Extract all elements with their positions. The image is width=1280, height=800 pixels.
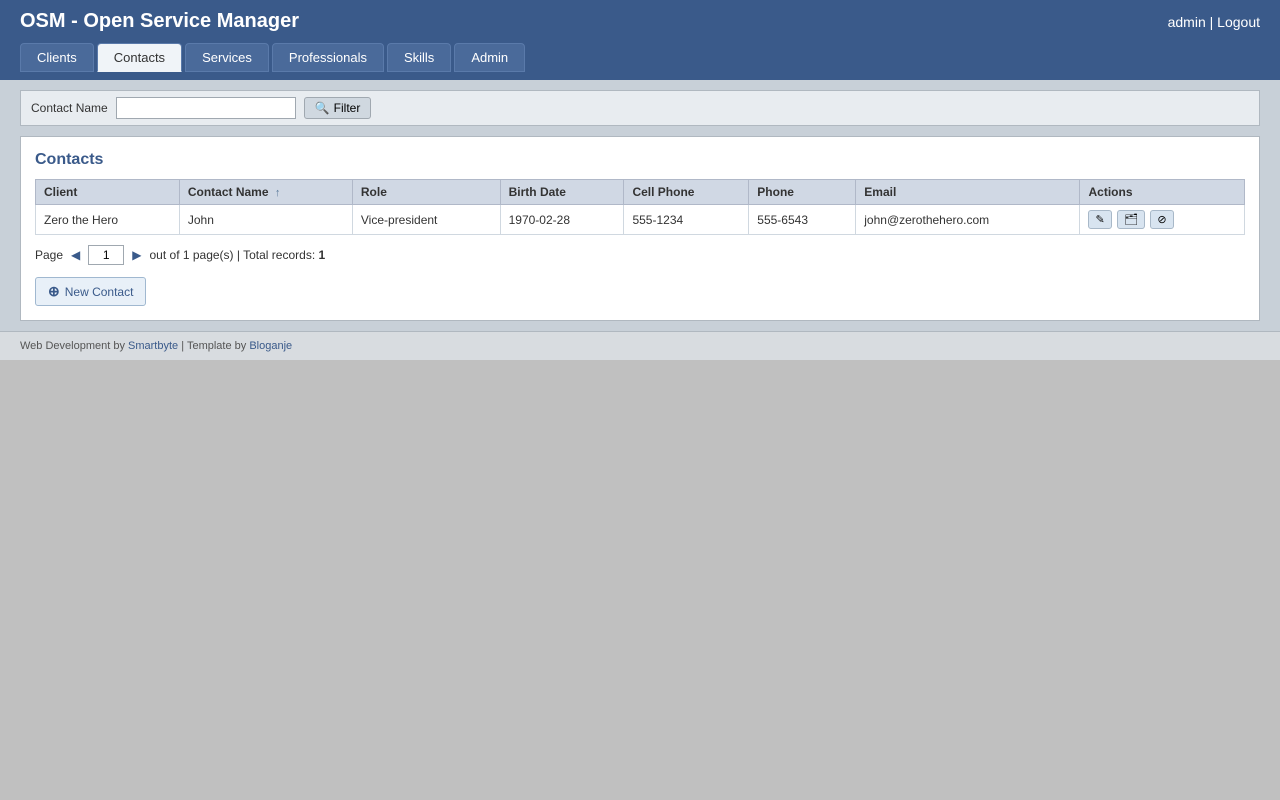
footer-text: Web Development by: [20, 340, 125, 352]
new-contact-button[interactable]: ⊕ New Contact: [35, 277, 146, 306]
col-role: Role: [352, 180, 500, 205]
tab-skills[interactable]: Skills: [387, 43, 451, 72]
pagination: Page ◀ ▶ out of 1 page(s) | Total record…: [35, 245, 1245, 265]
sort-icon: ↑: [275, 187, 281, 199]
cell-email: john@zerothehero.com: [856, 205, 1080, 235]
table-head: Client Contact Name ↑ Role Birth Date Ce…: [36, 180, 1245, 205]
filter-button-label: Filter: [334, 101, 361, 115]
footer-developer-link[interactable]: Smartbyte: [128, 340, 178, 352]
navigation: Clients Contacts Services Professionals …: [0, 43, 1280, 80]
separator: |: [1210, 14, 1214, 30]
tab-services[interactable]: Services: [185, 43, 269, 72]
cell-role: Vice-president: [352, 205, 500, 235]
filter-contact-name-label: Contact Name: [31, 101, 108, 115]
header: OSM - Open Service Manager admin | Logou…: [0, 0, 1280, 43]
col-email: Email: [856, 180, 1080, 205]
col-birth-date: Birth Date: [500, 180, 624, 205]
table-row: Zero the Hero John Vice-president 1970-0…: [36, 205, 1245, 235]
filter-bar: Contact Name 🔍 Filter: [20, 90, 1260, 126]
logout-link[interactable]: Logout: [1217, 14, 1260, 30]
panel-title: Contacts: [35, 151, 1245, 169]
filter-button[interactable]: 🔍 Filter: [304, 97, 372, 119]
table-header-row: Client Contact Name ↑ Role Birth Date Ce…: [36, 180, 1245, 205]
cell-cell-phone: 555-1234: [624, 205, 749, 235]
cell-contact-name: John: [179, 205, 352, 235]
tab-clients[interactable]: Clients: [20, 43, 94, 72]
tab-professionals[interactable]: Professionals: [272, 43, 384, 72]
footer-separator: | Template by: [181, 340, 249, 352]
footer: Web Development by Smartbyte | Template …: [0, 331, 1280, 360]
page-number-input[interactable]: [88, 245, 124, 265]
main-panel: Contacts Client Contact Name ↑ Role Birt…: [20, 136, 1260, 321]
col-cell-phone: Cell Phone: [624, 180, 749, 205]
cell-phone: 555-6543: [749, 205, 856, 235]
filter-contact-name-input[interactable]: [116, 97, 296, 119]
cell-client: Zero the Hero: [36, 205, 180, 235]
prev-page-button[interactable]: ◀: [69, 248, 82, 262]
page-label: Page: [35, 248, 63, 262]
col-actions: Actions: [1080, 180, 1245, 205]
new-contact-plus-icon: ⊕: [48, 283, 60, 300]
footer-template-author-link[interactable]: Bloganje: [249, 340, 292, 352]
filter-search-icon: 🔍: [315, 101, 330, 115]
cell-actions: ✎ 🗂 ⊘: [1080, 205, 1245, 235]
contacts-table: Client Contact Name ↑ Role Birth Date Ce…: [35, 179, 1245, 235]
cell-birth-date: 1970-02-28: [500, 205, 624, 235]
pagination-info: out of 1 page(s) | Total records: 1: [150, 248, 326, 262]
total-records: 1: [318, 248, 325, 262]
col-contact-name[interactable]: Contact Name ↑: [179, 180, 352, 205]
user-area: admin | Logout: [1168, 14, 1260, 30]
tab-admin[interactable]: Admin: [454, 43, 525, 72]
tab-contacts[interactable]: Contacts: [97, 43, 182, 72]
app-title: OSM - Open Service Manager: [20, 10, 299, 33]
col-client: Client: [36, 180, 180, 205]
new-contact-label: New Contact: [65, 285, 134, 299]
username: admin: [1168, 14, 1206, 30]
table-body: Zero the Hero John Vice-president 1970-0…: [36, 205, 1245, 235]
view-button[interactable]: 🗂: [1117, 210, 1145, 229]
next-page-button[interactable]: ▶: [130, 248, 143, 262]
delete-button[interactable]: ⊘: [1150, 210, 1173, 229]
edit-button[interactable]: ✎: [1088, 210, 1111, 229]
content-wrapper: Contact Name 🔍 Filter Contacts Client Co…: [0, 80, 1280, 331]
col-phone: Phone: [749, 180, 856, 205]
